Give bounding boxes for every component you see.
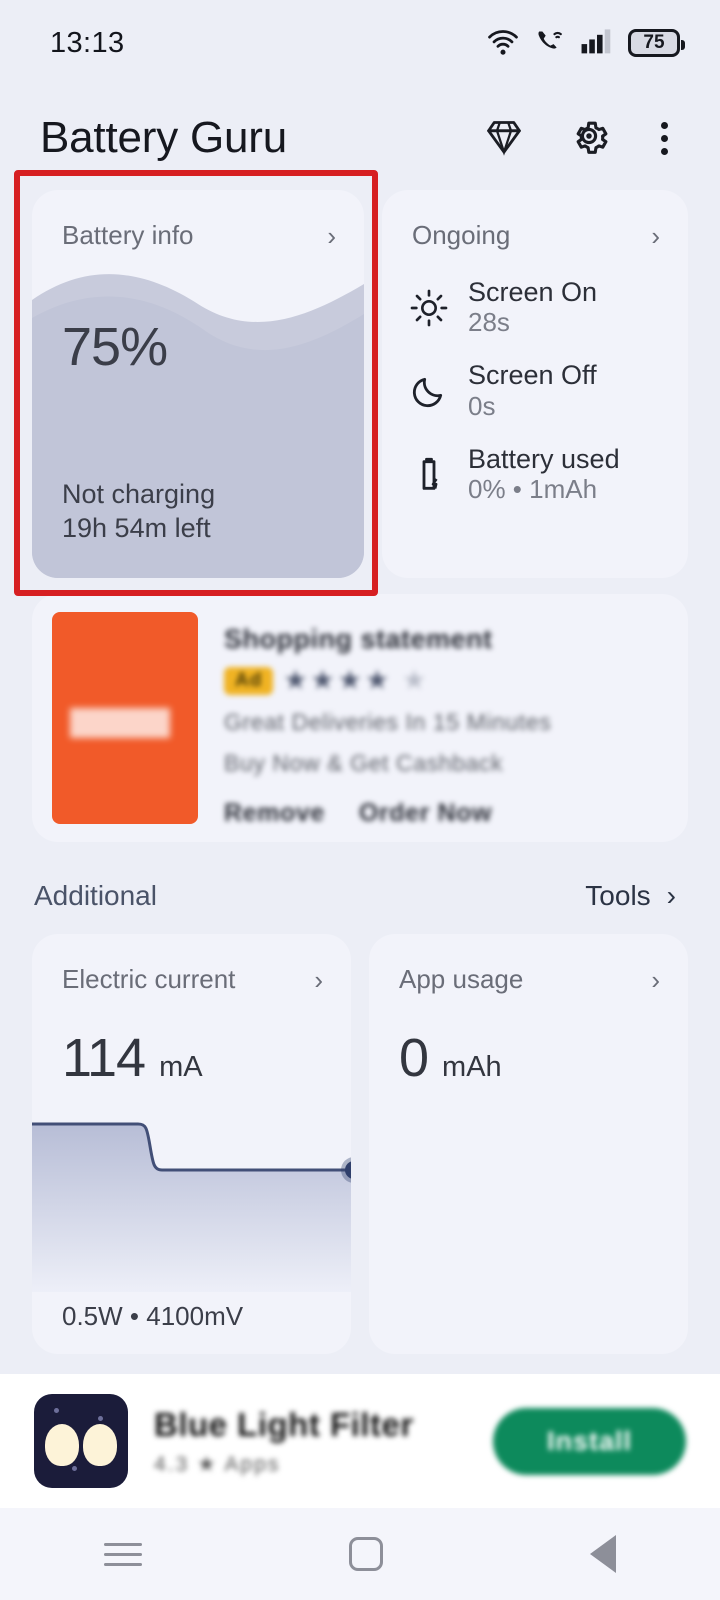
ongoing-item-screen-off: Screen Off 0s [408,360,668,421]
ongoing-item-screen-on: Screen On 28s [408,277,668,338]
wifi-icon [486,27,520,60]
ongoing-value: 28s [468,307,510,338]
ad-order-now-link[interactable]: Order Now [359,799,492,828]
ongoing-header: Ongoing › [382,190,688,251]
app-usage-title: App usage [399,964,524,994]
battery-info-footer: Not charging 19h 54m left [62,477,215,546]
app-usage-card[interactable]: App usage › 0 mAh [369,934,688,1354]
diamond-icon[interactable] [483,115,525,162]
chevron-right-icon: › [666,880,676,911]
app-usage-unit: mAh [442,1051,502,1083]
system-nav-bar [0,1508,720,1600]
banner-icon-shape-left [45,1424,79,1466]
ongoing-label: Battery used [468,443,620,474]
battery-info-card[interactable]: Battery info › 75% Not charging 19h 54m … [32,190,364,578]
electric-current-footer: 0.5W • 4100mV [62,1301,244,1331]
section-label-additional: Additional [34,880,157,911]
section-label-tools: Tools [585,880,651,911]
app-bar: Battery Guru [0,86,720,190]
battery-info-header: Battery info › [32,190,364,251]
ongoing-item-text: Screen Off 0s [468,360,597,421]
ad-body: Shopping statement Ad ★★★★ ★ Great Deliv… [224,612,668,827]
ad-thumbnail-image [52,612,198,824]
battery-level-text: 75 [643,32,665,53]
ad-headline: Shopping statement [224,624,493,654]
app-bar-actions [483,114,686,163]
battery-charging-status: Not charging [62,478,216,509]
banner-app-icon [34,1394,128,1488]
ongoing-item-battery-used: Battery used 0% • 1mAh [408,444,668,505]
electric-current-unit: mA [159,1051,203,1083]
banner-text-block: Blue Light Filter 4.3 ★ Apps [154,1406,467,1477]
ad-description-line-1: Great Deliveries In 15 Minutes [224,709,552,735]
chevron-right-icon[interactable]: › [327,223,336,249]
ad-description-line-2: Buy Now & Get Cashback [224,750,504,777]
ad-star-empty: ★ [402,665,430,695]
bottom-banner-ad[interactable]: Blue Light Filter 4.3 ★ Apps Install [0,1374,720,1508]
ongoing-stat-list: Screen On 28s Screen Off 0s Battery used… [382,251,688,505]
top-card-row: Battery info › 75% Not charging 19h 54m … [14,170,688,596]
ad-thumbnail-text [70,708,170,738]
banner-icon-star [72,1466,77,1471]
banner-icon-shape-right [83,1424,117,1466]
ad-remove-link[interactable]: Remove [224,799,325,828]
battery-info-wrapper: Battery info › 75% Not charging 19h 54m … [14,170,378,596]
app-usage-value-row: 0 mAh [369,995,688,1089]
ongoing-value: 0s [468,390,496,421]
ongoing-value: 0% • 1mAh [468,474,598,505]
banner-icon-star [54,1408,59,1413]
ad-badge: Ad [224,666,274,695]
app-usage-value: 0 [399,1028,429,1088]
ongoing-item-text: Battery used 0% • 1mAh [468,444,620,505]
home-button[interactable] [348,1537,383,1571]
sun-icon [408,288,450,328]
electric-current-card[interactable]: Electric current › 114 mA 0.5W • 4100mV [32,934,351,1354]
signal-bars-icon [580,27,614,60]
chevron-right-icon[interactable]: › [651,223,660,249]
promo-ad-card[interactable]: Shopping statement Ad ★★★★ ★ Great Deliv… [32,594,688,842]
app-usage-header: App usage › [369,934,688,995]
status-clock: 13:13 [50,26,125,59]
electric-current-title: Electric current [62,964,236,994]
status-bar: 13:13 75 [0,0,720,86]
ongoing-label: Screen On [468,277,598,307]
moon-icon [408,371,450,411]
tools-card-row: Electric current › 114 mA 0.5W • 4100mV … [32,934,688,1354]
overflow-menu-icon[interactable] [653,118,676,159]
additional-section-header: Additional Tools › [32,880,688,912]
banner-ad-title: Blue Light Filter [154,1405,414,1443]
call-over-wifi-icon [534,27,566,60]
page-title: Battery Guru [40,113,288,162]
battery-time-remaining: 19h 54m left [62,513,211,544]
banner-install-button[interactable]: Install [492,1407,686,1475]
electric-current-value: 114 [62,1028,146,1088]
banner-ad-subtitle: 4.3 ★ Apps [154,1452,281,1476]
chevron-right-icon[interactable]: › [651,967,660,993]
ad-rating: Ad ★★★★ ★ [224,665,668,696]
chevron-right-icon[interactable]: › [314,967,323,993]
ongoing-card[interactable]: Ongoing › Screen On 28s Screen Off 0s Ba… [382,190,688,578]
status-icon-group: 75 [486,27,685,60]
phone-screen: 13:13 75 Battery Guru Battery info › 75%… [0,0,720,1600]
back-button[interactable] [590,1535,617,1573]
ad-stars-filled: ★★★★ [283,665,393,695]
electric-current-header: Electric current › [32,934,351,995]
ongoing-title: Ongoing [412,220,511,250]
ongoing-label: Screen Off [468,360,597,391]
banner-icon-star [98,1416,103,1421]
electric-current-value-row: 114 mA [32,995,351,1089]
ongoing-item-text: Screen On 28s [468,277,597,338]
battery-percent-value: 75% [62,317,168,377]
battery-info-title: Battery info [62,220,194,250]
battery-bolt-icon [408,455,450,495]
tools-link[interactable]: Tools › [585,880,676,912]
main-content: Battery info › 75% Not charging 19h 54m … [0,170,720,1354]
gear-icon[interactable] [567,114,611,163]
ad-actions: Remove Order Now [224,799,668,828]
electric-current-chart [32,1102,351,1292]
battery-icon: 75 [628,29,685,57]
recents-button[interactable] [103,1536,142,1573]
